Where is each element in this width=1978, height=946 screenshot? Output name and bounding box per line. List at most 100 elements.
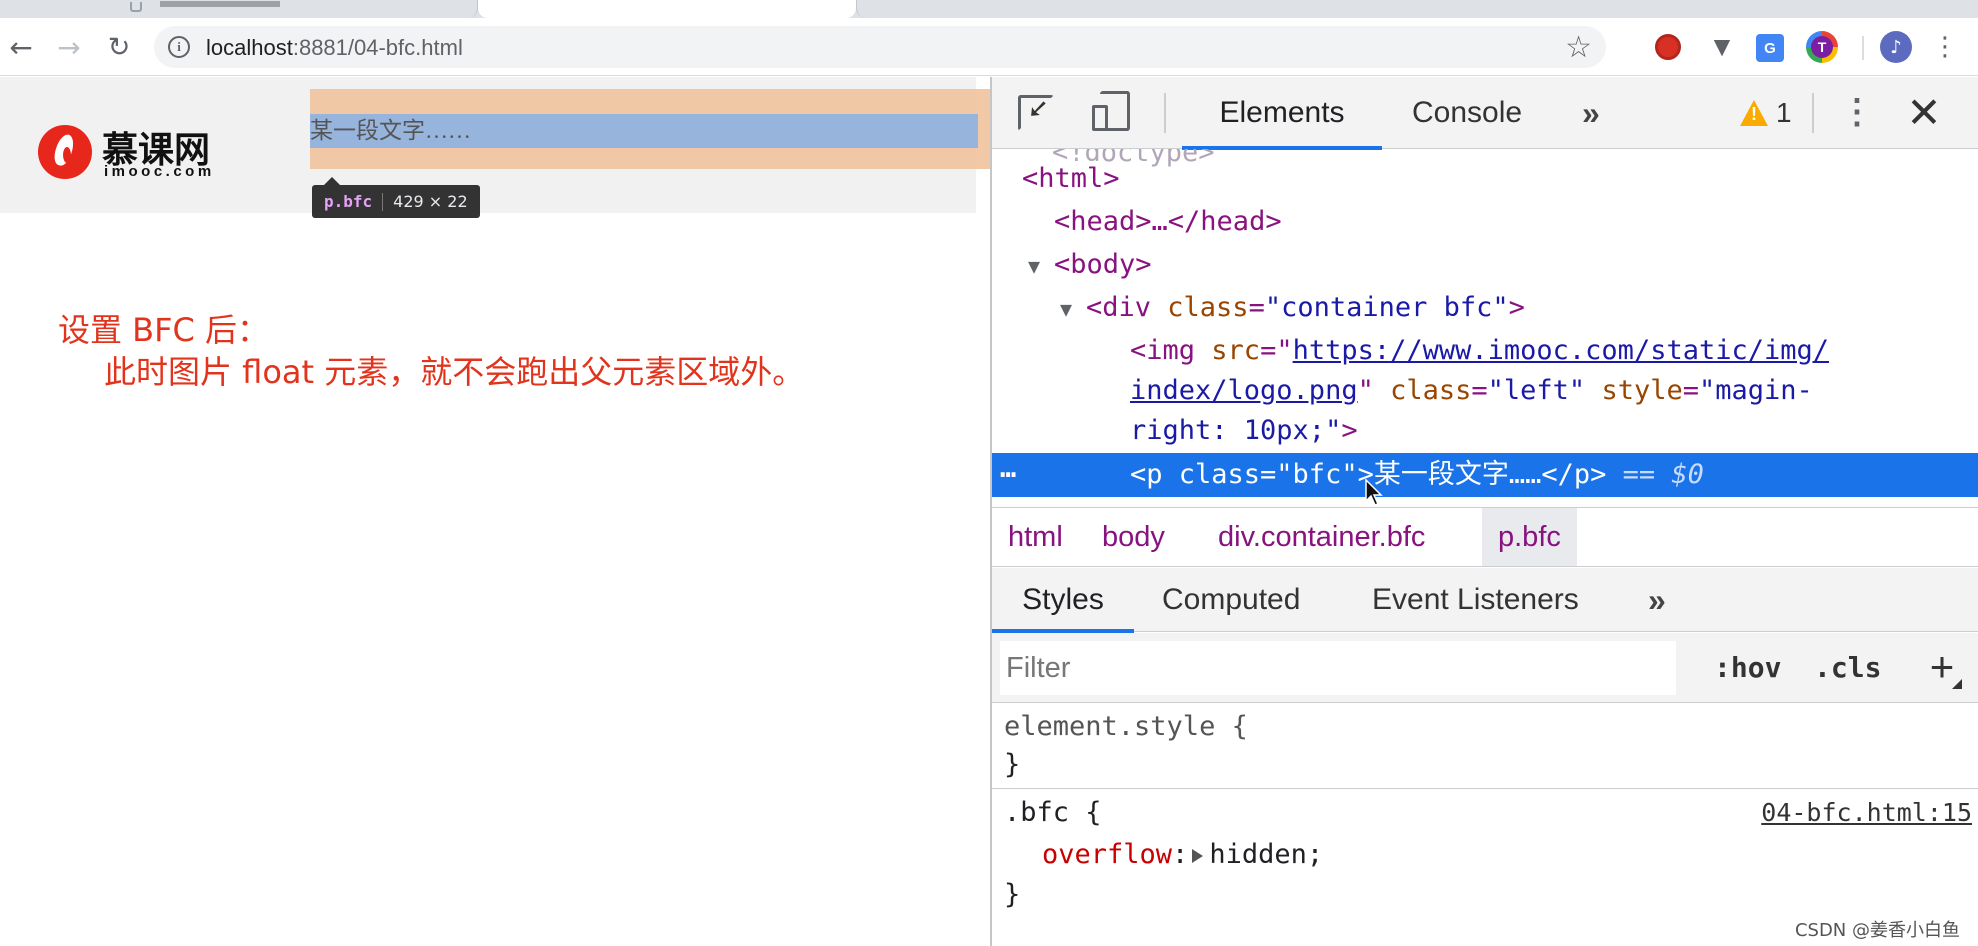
tooltip-selector: p.bfc — [324, 192, 373, 211]
rule-selector-bfc[interactable]: .bfc { — [1004, 793, 1102, 833]
dom-tag-close: > — [1341, 415, 1358, 446]
tab-styles[interactable]: Styles — [992, 568, 1134, 633]
dom-tag-div: <div — [1086, 292, 1168, 323]
tab-favicon-icon — [130, 2, 142, 12]
style-rule-element: element.style { } — [992, 705, 1978, 789]
breadcrumb: html body div.container.bfc p.bfc — [992, 507, 1978, 567]
more-options-dots-icon[interactable]: … — [1000, 447, 1016, 491]
expand-triangle-icon[interactable]: ▼ — [1060, 289, 1086, 329]
browser-tab-active[interactable] — [478, 0, 856, 18]
paragraph-text: 某一段文字…… — [310, 118, 471, 143]
url-path: :8881/04-bfc.html — [292, 35, 463, 60]
info-icon[interactable]: i — [168, 36, 190, 58]
dom-node-body[interactable]: ▼ <body> — [1028, 245, 1978, 285]
breadcrumb-div[interactable]: div.container.bfc — [1202, 508, 1441, 566]
rule-source-link[interactable]: 04-bfc.html:15 — [1761, 793, 1972, 833]
devtools-tabbar: Elements Console » 1 ⋮ ✕ — [992, 77, 1978, 150]
dom-node-img[interactable]: <img src="https://www.imooc.com/static/i… — [1130, 331, 1978, 371]
browser-tab-1[interactable] — [0, 0, 478, 18]
tab-console[interactable]: Console — [1412, 77, 1522, 149]
note-line-1: 设置 BFC 后： — [58, 311, 270, 349]
dom-tag-close: > — [1508, 292, 1525, 323]
css-property[interactable]: overflow — [1042, 839, 1172, 870]
note-line-2: 此时图片 float 元素，就不会跑出父元素区域外。 — [104, 353, 805, 391]
reload-button[interactable]: ↻ — [100, 28, 138, 66]
close-icon[interactable]: ✕ — [1904, 89, 1944, 137]
selected-node-text: <p class="bfc">某一段文字……</p> == $0 — [1130, 453, 1704, 497]
dom-tag-html: <html> — [1022, 163, 1120, 194]
url-host: localhost — [206, 35, 293, 60]
devtools-divider-2 — [1812, 93, 1814, 133]
imooc-logo: 慕课网 imooc.com — [38, 123, 228, 185]
hover-state-button[interactable]: :hov — [1714, 645, 1781, 691]
dom-tag-head: <head>…</head> — [1054, 206, 1282, 237]
breadcrumb-p[interactable]: p.bfc — [1482, 508, 1577, 566]
css-value[interactable]: hidden; — [1209, 839, 1323, 870]
dom-tree: <!doctype> <html> <head>…</head> ▼ <body>… — [992, 149, 1978, 507]
rule-close-brace: } — [1004, 749, 1021, 780]
dom-attr-value: "container bfc" — [1264, 292, 1509, 323]
address-bar[interactable]: i localhost:8881/04-bfc.html ☆ — [154, 26, 1606, 68]
tab-strip — [0, 0, 1978, 18]
dom-node-html[interactable]: <html> — [1022, 159, 1978, 199]
translate-extension-icon[interactable]: G — [1756, 34, 1784, 62]
dom-node-p-selected[interactable]: … <p class="bfc">某一段文字……</p> == $0 — [992, 453, 1978, 497]
rule-selector-element[interactable]: element.style { — [1004, 707, 1248, 747]
more-panes-chevron-icon[interactable]: » — [1648, 568, 1666, 632]
inspect-tooltip: p.bfc 429 × 22 — [312, 177, 480, 218]
warning-badge[interactable]: 1 — [1740, 95, 1792, 131]
tab-event-listeners[interactable]: Event Listeners — [1372, 568, 1579, 632]
tab-computed[interactable]: Computed — [1162, 568, 1300, 632]
dom-tag-img: <img — [1130, 335, 1212, 366]
browser-tab-3[interactable] — [856, 0, 1236, 18]
devtools-divider — [1164, 93, 1166, 133]
dom-node-div[interactable]: ▼ <div class="container bfc"> — [1060, 288, 1978, 328]
add-rule-icon[interactable]: + — [1922, 641, 1962, 693]
forward-button[interactable]: → — [50, 28, 88, 66]
breadcrumb-body[interactable]: body — [1086, 508, 1181, 566]
dom-tag-body: <body> — [1054, 249, 1152, 280]
element-picker-icon[interactable] — [1018, 95, 1054, 131]
flame-logo-icon — [38, 125, 92, 179]
url-text[interactable]: localhost:8881/04-bfc.html — [206, 35, 463, 61]
logo-english-text: imooc.com — [104, 163, 215, 180]
img-src-link-2[interactable]: index/logo.png — [1130, 375, 1358, 406]
dom-attr-name: class — [1390, 375, 1472, 406]
dom-node-head[interactable]: <head>…</head> — [1054, 202, 1978, 242]
rule-close-brace: } — [1004, 879, 1021, 910]
styles-filter-input[interactable] — [1000, 641, 1676, 695]
dom-attr-name: src — [1211, 335, 1261, 366]
t-extension-icon[interactable]: T — [1806, 31, 1838, 63]
annotation-note: 设置 BFC 后： 此时图片 float 元素，就不会跑出父元素区域外。 — [58, 309, 804, 393]
expand-triangle-icon[interactable] — [1192, 848, 1204, 863]
expand-triangle-icon[interactable]: ▼ — [1028, 246, 1054, 286]
tooltip-divider — [382, 192, 384, 211]
styles-tabbar: Styles Computed Event Listeners » — [992, 568, 1978, 633]
bookmark-star-icon[interactable]: ☆ — [1565, 30, 1592, 65]
browser-toolbar: ← → ↻ i localhost:8881/04-bfc.html ☆ ▼ G… — [0, 18, 1978, 76]
device-toolbar-icon[interactable] — [1092, 91, 1132, 133]
dom-attr-name: style — [1601, 375, 1683, 406]
chrome-menu-icon[interactable]: ⋮ — [1932, 30, 1958, 64]
selected-ref: $0 — [1671, 459, 1704, 490]
warning-count: 1 — [1776, 97, 1792, 128]
more-tabs-chevron-icon[interactable]: » — [1582, 77, 1600, 149]
phone-shape — [1092, 105, 1108, 131]
back-button[interactable]: ← — [2, 28, 40, 66]
warning-icon — [1740, 100, 1768, 126]
dom-node-img-cont-2: right: 10px;"> — [1130, 411, 1978, 451]
record-extension-icon[interactable] — [1655, 34, 1681, 60]
dom-node-img-cont: index/logo.png" class="left" style="magi… — [1130, 375, 1813, 406]
tab-elements[interactable]: Elements — [1182, 77, 1382, 150]
tooltip-size: 429 × 22 — [393, 192, 468, 211]
rule-declaration[interactable]: overflow: hidden; — [1042, 835, 1323, 875]
tab-title — [160, 0, 310, 10]
dom-attr-name: class — [1167, 292, 1249, 323]
watermark: CSDN @姜香小白鱼 — [1794, 920, 1960, 941]
devtools-menu-icon[interactable]: ⋮ — [1840, 87, 1874, 137]
vue-devtools-extension-icon[interactable]: ▼ — [1706, 31, 1738, 63]
breadcrumb-html[interactable]: html — [992, 508, 1079, 566]
img-src-link[interactable]: https://www.imooc.com/static/img/ — [1293, 335, 1829, 366]
profile-avatar[interactable]: ♪ — [1880, 31, 1912, 63]
class-toggle-button[interactable]: .cls — [1814, 645, 1881, 691]
